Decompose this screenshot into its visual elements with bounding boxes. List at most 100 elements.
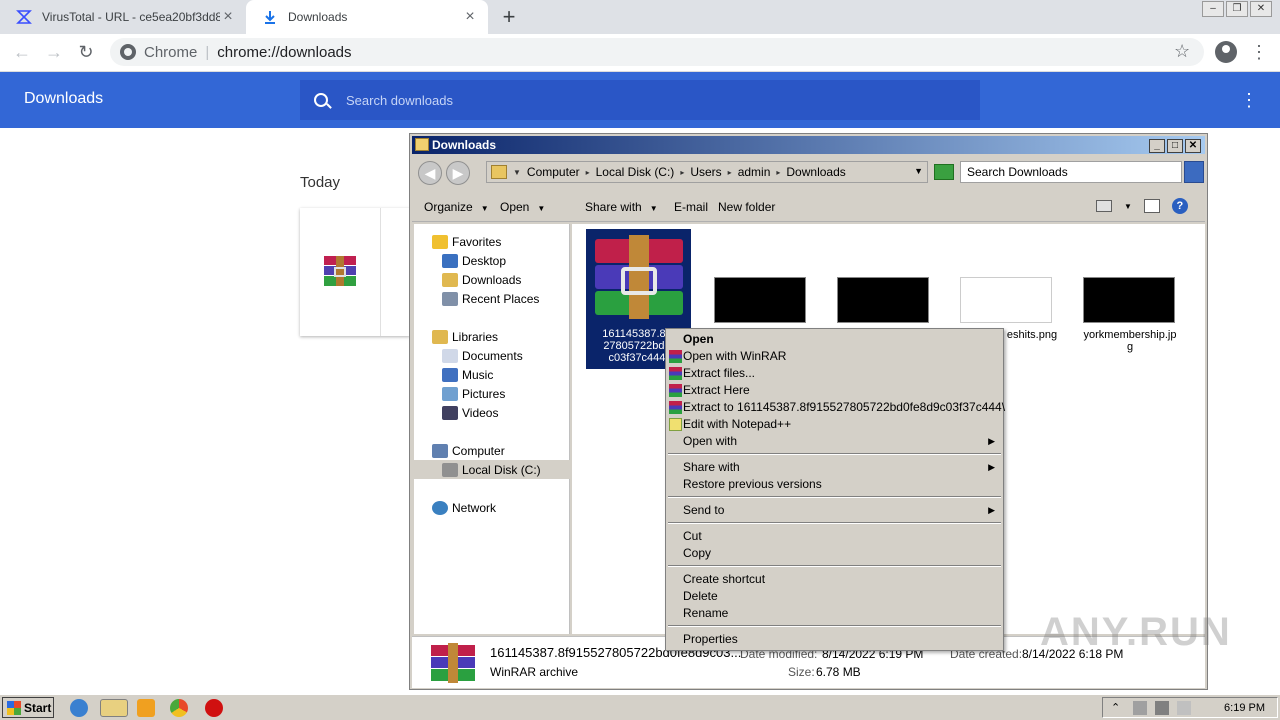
chrome-taskbar-icon[interactable] [170, 699, 188, 717]
organize-label: Organize [424, 200, 473, 214]
stop-icon[interactable] [205, 699, 223, 717]
menu-item-rename[interactable]: Rename [668, 605, 1001, 622]
explorer-back-button[interactable]: ◀ [418, 161, 442, 185]
file-thumbnail[interactable] [714, 277, 806, 323]
tab-close-icon[interactable]: × [220, 8, 236, 26]
clock[interactable]: 6:19 PM [1224, 702, 1265, 714]
nav-label: Favorites [452, 234, 502, 249]
menu-item-extract-here[interactable]: Extract Here [668, 382, 1001, 399]
restore-button[interactable]: ❐ [1226, 1, 1248, 17]
menu-item-cut[interactable]: Cut [668, 528, 1001, 545]
menu-separator [668, 522, 1001, 524]
tab-downloads[interactable]: Downloads × [246, 0, 488, 34]
menu-item-edit-notepad[interactable]: Edit with Notepad++ [668, 416, 1001, 433]
media-player-icon[interactable] [137, 699, 155, 717]
nav-pictures[interactable]: Pictures [442, 384, 505, 403]
nav-downloads[interactable]: Downloads [442, 270, 521, 289]
share-with-button[interactable]: Share with ▼ [585, 200, 658, 214]
menu-item-extract-to[interactable]: Extract to 161145387.8f915527805722bd0fe… [668, 399, 1005, 416]
file-item-jpg[interactable] [1083, 277, 1175, 323]
explorer-titlebar: Downloads _ □ ✕ [412, 136, 1205, 154]
download-card[interactable] [300, 208, 410, 336]
drive-icon [442, 462, 458, 477]
explorer-search-input[interactable]: Search Downloads [960, 161, 1182, 183]
breadcrumb-admin[interactable]: admin [738, 165, 771, 179]
explorer-minimize-button[interactable]: _ [1149, 139, 1165, 153]
show-hidden-icons-icon[interactable]: ⌃ [1111, 701, 1125, 715]
menu-item-open-with[interactable]: Open with ▶ [668, 433, 1001, 450]
menu-item-properties[interactable]: Properties [668, 631, 1001, 648]
library-icon [432, 329, 448, 344]
back-button[interactable]: ← [10, 40, 34, 64]
chevron-down-icon[interactable]: ▼ [513, 168, 521, 177]
address-bar[interactable]: ▼ Computer ▸ Local Disk (C:) ▸ Users ▸ a… [486, 161, 928, 183]
breadcrumb-computer[interactable]: Computer [527, 165, 580, 179]
nav-videos[interactable]: Videos [442, 403, 498, 422]
nav-computer[interactable]: Computer [432, 441, 505, 460]
help-icon[interactable]: ? [1171, 198, 1188, 214]
open-button[interactable]: Open ▼ [500, 200, 545, 214]
nav-label: Downloads [462, 272, 522, 287]
volume-icon[interactable] [1133, 700, 1147, 715]
menu-item-open[interactable]: Open [668, 331, 1001, 348]
change-view-icon[interactable] [1096, 200, 1112, 212]
file-thumbnail[interactable] [960, 277, 1052, 323]
organize-button[interactable]: Organize ▼ [424, 200, 489, 214]
search-icon[interactable] [1184, 161, 1204, 183]
chrome-menu-icon[interactable]: ⋮ [1250, 40, 1268, 64]
chevron-right-icon[interactable]: ▸ [680, 168, 684, 177]
start-button[interactable]: Start [2, 697, 54, 718]
chevron-right-icon[interactable]: ▸ [586, 168, 590, 177]
menu-item-open-winrar[interactable]: Open with WinRAR [668, 348, 1001, 365]
details-type: WinRAR archive [490, 665, 579, 679]
downloads-menu-icon[interactable]: ⋮ [1240, 90, 1258, 111]
file-thumbnail[interactable] [837, 277, 929, 323]
breadcrumb-downloads[interactable]: Downloads [786, 165, 845, 179]
menu-item-create-shortcut[interactable]: Create shortcut [668, 571, 1001, 588]
preview-pane-icon[interactable] [1143, 199, 1160, 213]
explorer-maximize-button[interactable]: □ [1167, 139, 1183, 153]
menu-item-delete[interactable]: Delete [668, 588, 1001, 605]
new-folder-button[interactable]: New folder [718, 200, 775, 214]
chevron-right-icon[interactable]: ▸ [728, 168, 732, 177]
nav-favorites[interactable]: Favorites [432, 232, 501, 251]
menu-item-send-to[interactable]: Send to ▶ [668, 502, 1001, 519]
tab-virustotal[interactable]: VirusTotal - URL - ce5ea20bf3dd86a × [0, 0, 246, 34]
menu-item-share-with[interactable]: Share with ▶ [668, 459, 1001, 476]
bookmark-star-icon[interactable]: ☆ [1174, 41, 1190, 62]
menu-item-copy[interactable]: Copy [668, 545, 1001, 562]
downloads-search[interactable]: Search downloads [300, 80, 980, 120]
tab-close-icon[interactable]: × [462, 8, 478, 26]
explorer-forward-button[interactable]: ▶ [446, 161, 470, 185]
menu-item-restore[interactable]: Restore previous versions [668, 476, 1001, 493]
nav-desktop[interactable]: Desktop [442, 251, 506, 270]
reload-button[interactable]: ↻ [74, 40, 98, 64]
explorer-close-button[interactable]: ✕ [1185, 139, 1201, 153]
omnibox[interactable]: Chrome | chrome://downloads [110, 38, 1204, 66]
file-label[interactable]: yorkmembership.jp g [1077, 329, 1183, 353]
chevron-right-icon[interactable]: ▸ [776, 168, 780, 177]
minimize-button[interactable]: – [1202, 1, 1224, 17]
explorer-taskbar-icon[interactable] [100, 699, 128, 717]
breadcrumb-users[interactable]: Users [690, 165, 721, 179]
forward-button[interactable]: → [42, 40, 66, 64]
new-tab-button[interactable]: + [496, 4, 522, 30]
menu-item-extract-files[interactable]: Extract files... [668, 365, 1001, 382]
nav-libraries[interactable]: Libraries [432, 327, 498, 346]
nav-recent[interactable]: Recent Places [442, 289, 539, 308]
address-dropdown-icon[interactable]: ▼ [914, 166, 923, 176]
internet-explorer-icon[interactable] [70, 699, 88, 717]
network-tray-icon[interactable] [1155, 700, 1169, 715]
email-button[interactable]: E-mail [674, 200, 708, 214]
nav-localdisk[interactable]: Local Disk (C:) [414, 460, 570, 479]
nav-music[interactable]: Music [442, 365, 493, 384]
action-center-icon[interactable] [1177, 700, 1191, 715]
close-button[interactable]: ✕ [1250, 1, 1272, 17]
file-label[interactable]: eshits.png [997, 329, 1067, 341]
breadcrumb-localdisk[interactable]: Local Disk (C:) [596, 165, 675, 179]
chevron-down-icon[interactable]: ▼ [1124, 202, 1132, 211]
refresh-icon[interactable] [934, 164, 954, 180]
profile-avatar[interactable] [1215, 41, 1237, 63]
nav-documents[interactable]: Documents [442, 346, 523, 365]
nav-network[interactable]: Network [432, 498, 496, 517]
